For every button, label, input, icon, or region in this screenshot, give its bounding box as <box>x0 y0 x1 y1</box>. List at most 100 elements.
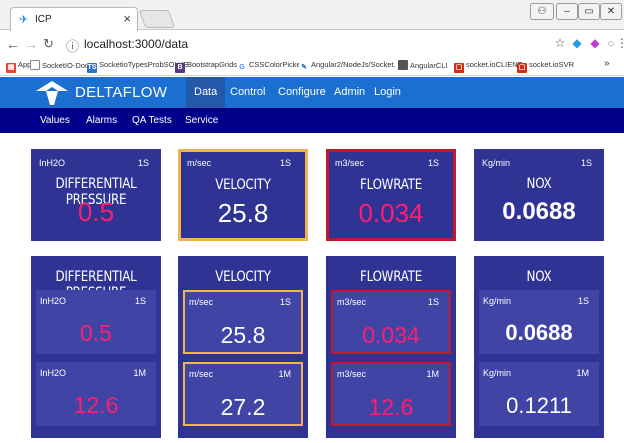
bookmark-bootstrap-grids[interactable]: B BootstrapGrids <box>175 60 237 73</box>
reading-1s[interactable]: m3/sec 1S 0.034 <box>331 290 451 354</box>
reading-value: 12.6 <box>368 394 414 420</box>
deltaflow-logo-icon[interactable] <box>34 79 70 107</box>
reading-rate: 1M <box>576 368 589 378</box>
extension-icon[interactable]: ◆ <box>570 36 584 50</box>
bookmark-socketio-client[interactable]: ▢ socket.ioCLIENT <box>454 60 522 73</box>
ts-icon: TS <box>87 63 97 73</box>
bookmarks-bar: ▦ Apps SocketIO-Docs TS SocketioTypesProbS… <box>0 57 624 76</box>
reading-1s[interactable]: Kg/min 1S 0.0688 <box>479 290 599 354</box>
address-row: ← → ↻ ⓘ localhost:3000/data ☆ ◆ ◆ ○ ⋮ <box>0 31 624 57</box>
card-flowrate[interactable]: m3/sec 1S FLOWRATE 0.034 <box>326 149 456 241</box>
subnav-service[interactable]: Service <box>185 115 218 126</box>
card-value: 0.034 <box>358 198 424 228</box>
bookmarks-overflow-icon[interactable]: » <box>604 58 610 69</box>
reading-1m[interactable]: InH2O 1M 12.6 <box>36 362 156 426</box>
browser-tab[interactable]: ✈ ICP × <box>10 7 138 31</box>
bookmark-socketio-docs[interactable]: SocketIO-Docs <box>30 60 92 70</box>
reading-rate: 1S <box>577 296 589 306</box>
maximize-icon[interactable]: ▭ <box>578 3 600 20</box>
bootstrap-icon: B <box>175 63 185 73</box>
reading-value: 25.8 <box>220 322 266 348</box>
back-icon[interactable]: ← <box>6 36 20 52</box>
reading-1m[interactable]: m3/sec 1M 12.6 <box>331 362 451 426</box>
bookmark-angular-cli[interactable]: AngularCLI <box>398 60 448 70</box>
tab-title: ICP <box>35 14 52 25</box>
reading-rate: 1M <box>426 369 439 379</box>
bookmark-angular2-node[interactable]: ✎ Angular2/NodeJs/Socket. <box>299 60 396 73</box>
reading-1m[interactable]: Kg/min 1M 0.1211 <box>479 362 599 426</box>
card-value: 0.5 <box>77 197 115 227</box>
socket-icon: ▢ <box>454 63 464 73</box>
menu-icon[interactable]: ⋮ <box>616 36 624 50</box>
bookmark-socketio-svr[interactable]: ▢ socket.ioSVR <box>517 60 574 73</box>
bookmark-css-color-picker[interactable]: G CSSColorPicker <box>237 60 303 73</box>
card-unit: InH2O <box>39 158 66 168</box>
feather-icon: ✎ <box>299 63 309 73</box>
subnav-values[interactable]: Values <box>40 115 70 126</box>
card-flowrate-detail[interactable]: FLOWRATE m3/sec 1S 0.034 m3/sec 1M 12.6 <box>326 256 456 438</box>
card-title: NOX <box>526 269 552 285</box>
card-rate: 1S <box>580 158 592 168</box>
reading-value: 0.1211 <box>506 393 572 418</box>
reading-1s[interactable]: m/sec 1S 25.8 <box>183 290 303 354</box>
close-window-icon[interactable]: ✕ <box>600 3 622 20</box>
reading-value: 0.034 <box>362 322 420 348</box>
new-tab-button[interactable] <box>138 10 176 28</box>
url-text[interactable]: localhost:3000/data <box>84 37 188 51</box>
card-title: NOX <box>526 176 552 192</box>
card-velocity[interactable]: m/sec 1S VELOCITY 25.8 <box>178 149 308 241</box>
reading-rate: 1M <box>133 368 146 378</box>
brand-name[interactable]: DELTAFLOW <box>75 84 167 101</box>
reading-value: 27.2 <box>220 394 266 420</box>
minimize-icon[interactable]: – <box>556 3 578 20</box>
browser-titlebar: ✈ ICP × ⚇ – ▭ ✕ <box>0 0 624 31</box>
profile-icon[interactable]: ⚇ <box>530 3 554 20</box>
card-title: FLOWRATE <box>360 269 422 285</box>
nav-login[interactable]: Login <box>366 77 409 108</box>
reading-unit: m3/sec <box>337 297 367 307</box>
reading-rate: 1S <box>279 297 291 307</box>
bookmark-socketio-types[interactable]: TS SocketioTypesProbSOLVE <box>87 60 188 73</box>
reading-value: 0.0688 <box>505 320 573 345</box>
card-title: VELOCITY <box>215 177 271 193</box>
reading-unit: InH2O <box>40 296 67 306</box>
nav-configure[interactable]: Configure <box>270 77 334 108</box>
tab-close-icon[interactable]: × <box>123 11 131 26</box>
forward-icon[interactable]: → <box>24 36 38 52</box>
app-navbar: DELTAFLOW Data Control Configure Admin L… <box>0 77 624 108</box>
bookmark-star-icon[interactable]: ☆ <box>553 36 567 50</box>
reading-rate: 1S <box>427 297 439 307</box>
reading-unit: Kg/min <box>483 296 512 306</box>
reload-icon[interactable]: ↻ <box>43 36 54 52</box>
card-velocity-detail[interactable]: VELOCITY m/sec 1S 25.8 m/sec 1M 27.2 <box>178 256 308 438</box>
info-icon[interactable]: ⓘ <box>66 36 79 55</box>
reading-value: 12.6 <box>73 392 119 418</box>
card-nox[interactable]: Kg/min 1S NOX 0.0688 <box>474 149 604 241</box>
reading-1m[interactable]: m/sec 1M 27.2 <box>183 362 303 426</box>
subnav-alarms[interactable]: Alarms <box>86 115 117 126</box>
card-nox-detail[interactable]: NOX Kg/min 1S 0.0688 Kg/min 1M 0.1211 <box>474 256 604 438</box>
deltaflow-favicon-icon: ✈ <box>19 14 29 26</box>
reading-unit: Kg/min <box>483 368 512 378</box>
card-rate: 1S <box>137 158 149 168</box>
reading-1s[interactable]: InH2O 1S 0.5 <box>36 290 156 354</box>
reading-rate: 1M <box>278 369 291 379</box>
reading-unit: m/sec <box>189 297 214 307</box>
nav-data[interactable]: Data <box>186 77 226 108</box>
reading-unit: InH2O <box>40 368 67 378</box>
card-unit: m/sec <box>187 158 212 168</box>
subnav-qa-tests[interactable]: QA Tests <box>132 115 172 126</box>
image-icon <box>398 60 408 70</box>
card-title: FLOWRATE <box>360 177 422 193</box>
card-value: 0.0688 <box>502 198 576 225</box>
reading-unit: m/sec <box>189 369 214 379</box>
card-differential-pressure-detail[interactable]: DIFFERENTIAL PRESSURE InH2O 1S 0.5 InH2O… <box>31 256 161 438</box>
sub-navbar: Values Alarms QA Tests Service <box>0 108 624 133</box>
socket-icon: ▢ <box>517 63 527 73</box>
nav-control[interactable]: Control <box>222 77 273 108</box>
card-unit: m3/sec <box>335 158 365 168</box>
address-bar[interactable]: ⓘ localhost:3000/data <box>62 34 542 54</box>
apps-icon: ▦ <box>6 63 16 73</box>
card-differential-pressure[interactable]: InH2O 1S DIFFERENTIAL PRESSURE 0.5 <box>31 149 161 241</box>
extension-color-icon[interactable]: ◆ <box>588 36 602 50</box>
